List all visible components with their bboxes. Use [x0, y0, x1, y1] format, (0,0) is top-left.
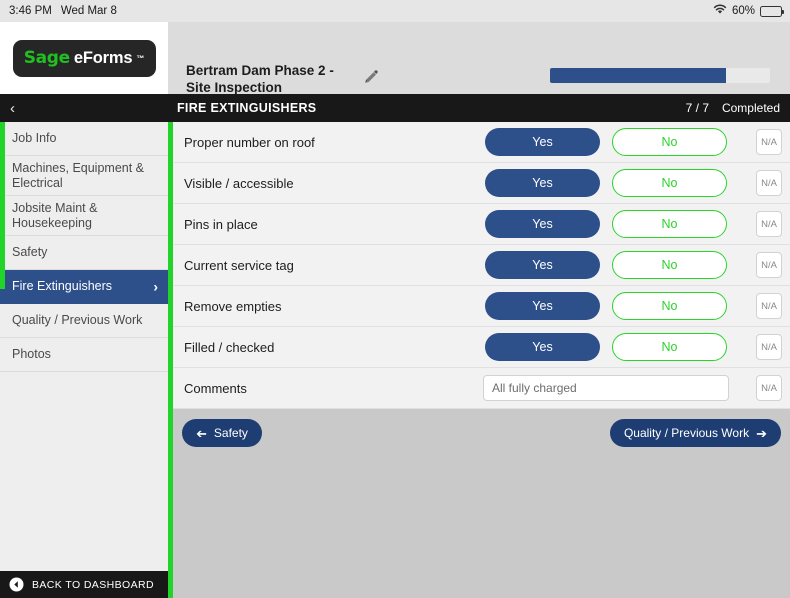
sidebar-item-label: Safety: [12, 245, 48, 259]
brand-logo-cell: Sage eForms ™: [0, 22, 168, 94]
page-title: Bertram Dam Phase 2 - Site Inspection: [186, 63, 334, 95]
arrow-left-icon: ➔: [196, 425, 207, 441]
answer-yes-button[interactable]: Yes: [485, 169, 600, 197]
sidebar-item-label: Jobsite Maint & Housekeeping: [12, 200, 98, 230]
section-count: 7 / 7: [685, 101, 709, 115]
answer-no-button[interactable]: No: [612, 128, 727, 156]
status-right: 60%: [713, 0, 785, 22]
question-row: Remove empties Yes No N/A: [173, 286, 790, 327]
form-content-area: Proper number on roof Yes No N/A Visible / a…: [173, 122, 790, 598]
sidebar-item-label: Job Info: [12, 131, 57, 145]
app-root: 3:46 PM Wed Mar 8 60% Sage eForms ™ Bert…: [0, 0, 790, 598]
question-label: Pins in place: [184, 216, 258, 232]
question-label: Visible / accessible: [184, 175, 294, 191]
sidebar-item-fire-extinguishers[interactable]: Fire Extinguishers ›: [0, 270, 168, 304]
sidebar-item-label: Machines, Equipment & Electrical: [12, 160, 145, 190]
question-label: Remove empties: [184, 298, 282, 314]
answer-no-button[interactable]: No: [612, 292, 727, 320]
arrow-right-icon: ➔: [756, 425, 767, 441]
sidebar-item-label: Quality / Previous Work: [12, 313, 143, 327]
answer-na-button[interactable]: N/A: [756, 170, 782, 196]
sidebar-divider-stripe: [168, 122, 173, 598]
form-progress-fill: [550, 68, 726, 83]
question-label: Filled / checked: [184, 339, 275, 355]
pencil-icon[interactable]: [362, 68, 380, 86]
answer-na-button[interactable]: N/A: [756, 334, 782, 360]
sidebar-item-quality-previous-work[interactable]: Quality / Previous Work: [0, 304, 168, 338]
app-header: Sage eForms ™ Bertram Dam Phase 2 - Site …: [0, 22, 790, 106]
question-row: Proper number on roof Yes No N/A: [173, 122, 790, 163]
logo-product-text: eForms: [73, 48, 133, 67]
answer-no-button[interactable]: No: [612, 333, 727, 361]
logo-trademark: ™: [136, 53, 145, 63]
answer-yes-button[interactable]: Yes: [485, 128, 600, 156]
answer-na-button[interactable]: N/A: [756, 252, 782, 278]
status-time: 3:46 PM: [9, 5, 52, 17]
answer-no-button[interactable]: No: [612, 210, 727, 238]
sidebar-item-safety[interactable]: Safety: [0, 236, 168, 270]
back-circle-icon: [9, 577, 24, 592]
comments-label: Comments: [184, 380, 247, 396]
battery-icon: [760, 5, 785, 17]
answer-no-button[interactable]: No: [612, 251, 727, 279]
answer-no-button[interactable]: No: [612, 169, 727, 197]
question-row: Current service tag Yes No N/A: [173, 245, 790, 286]
chevron-left-icon[interactable]: ‹: [10, 94, 15, 122]
question-row: Pins in place Yes No N/A: [173, 204, 790, 245]
back-to-dashboard-label: BACK TO DASHBOARD: [32, 578, 154, 591]
battery-percent: 60%: [731, 5, 755, 17]
section-status: Completed: [721, 101, 780, 115]
previous-section-label: Safety: [213, 426, 248, 440]
sage-eforms-logo: Sage eForms ™: [12, 39, 156, 77]
next-section-label: Quality / Previous Work: [623, 426, 750, 440]
section-header-bar: ‹ FIRE EXTINGUISHERS 7 / 7 Completed: [0, 94, 790, 122]
question-row: Visible / accessible Yes No N/A: [173, 163, 790, 204]
form-progress-bar: [550, 68, 770, 83]
comments-row: Comments All fully charged N/A: [173, 368, 790, 409]
back-to-dashboard-button[interactable]: BACK TO DASHBOARD: [0, 571, 168, 598]
answer-na-button[interactable]: N/A: [756, 293, 782, 319]
sidebar-item-job-info[interactable]: Job Info: [0, 122, 168, 156]
answer-na-button[interactable]: N/A: [756, 211, 782, 237]
next-section-button[interactable]: Quality / Previous Work ➔: [609, 419, 781, 447]
answer-yes-button[interactable]: Yes: [485, 292, 600, 320]
section-title: FIRE EXTINGUISHERS: [177, 101, 317, 115]
question-list: Proper number on roof Yes No N/A Visible / a…: [173, 122, 790, 409]
status-left: 3:46 PM Wed Mar 8: [0, 5, 117, 17]
sidebar-item-photos[interactable]: Photos: [0, 338, 168, 372]
logo-brand-text: Sage: [23, 48, 71, 68]
wifi-icon: [713, 4, 727, 18]
question-label: Current service tag: [184, 257, 294, 273]
status-date: Wed Mar 8: [60, 5, 117, 17]
sidebar-item-machines-equipment-electrical[interactable]: Machines, Equipment & Electrical: [0, 156, 168, 196]
answer-yes-button[interactable]: Yes: [485, 210, 600, 238]
section-sidebar: Job Info Machines, Equipment & Electrical…: [0, 122, 168, 571]
chevron-right-icon: ›: [153, 278, 158, 294]
answer-yes-button[interactable]: Yes: [485, 333, 600, 361]
ios-status-bar: 3:46 PM Wed Mar 8 60%: [0, 0, 790, 22]
question-row: Filled / checked Yes No N/A: [173, 327, 790, 368]
previous-section-button[interactable]: ➔ Safety: [182, 419, 262, 447]
comments-na-button[interactable]: N/A: [756, 375, 782, 401]
section-navigation: ➔ Safety Quality / Previous Work ➔: [173, 409, 790, 457]
answer-yes-button[interactable]: Yes: [485, 251, 600, 279]
sidebar-item-label: Photos: [12, 347, 51, 361]
sidebar-item-jobsite-maint-housekeeping[interactable]: Jobsite Maint & Housekeeping: [0, 196, 168, 236]
completed-sections-indicator: [0, 122, 5, 289]
sidebar-item-label: Fire Extinguishers: [12, 279, 113, 293]
question-label: Proper number on roof: [184, 134, 315, 150]
comments-input[interactable]: All fully charged: [483, 375, 729, 401]
answer-na-button[interactable]: N/A: [756, 129, 782, 155]
